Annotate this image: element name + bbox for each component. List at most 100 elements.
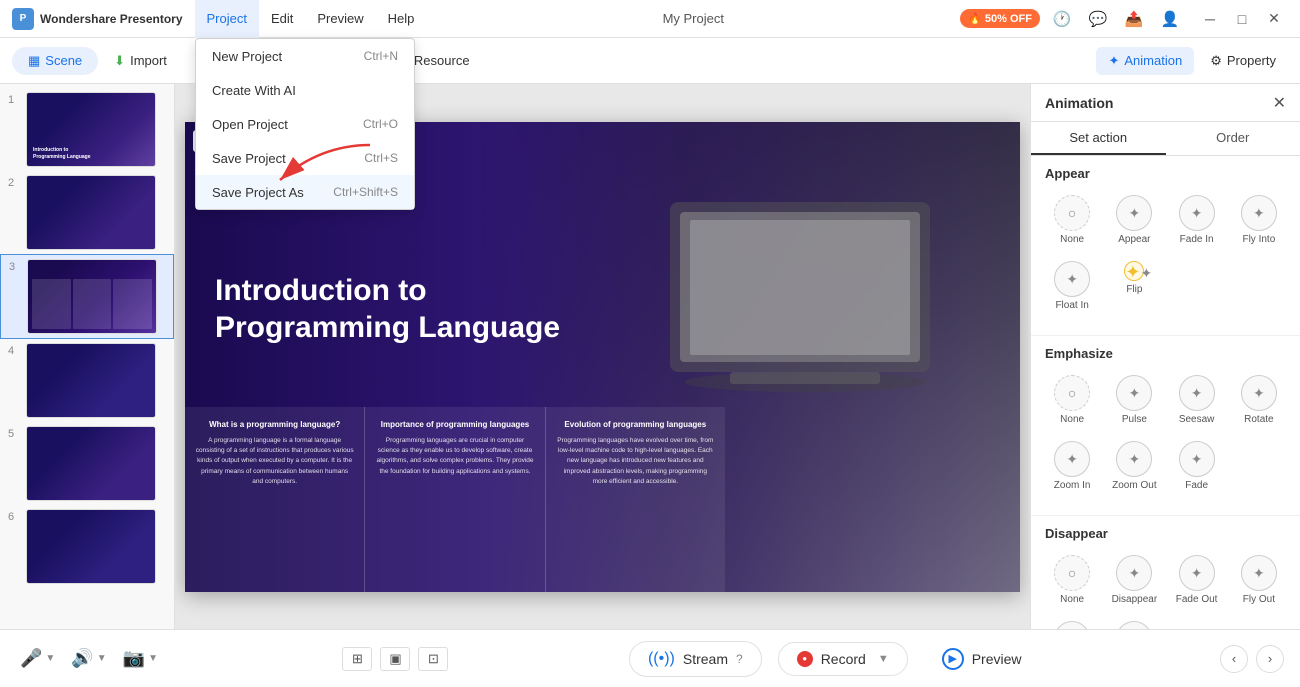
comment-icon[interactable]: 💬	[1084, 5, 1112, 33]
emph-zoom-out[interactable]: ✦ Zoom Out	[1107, 437, 1161, 495]
disapp-disappear-icon: ✦	[1116, 555, 1152, 591]
emph-zoom-in[interactable]: ✦ Zoom In	[1045, 437, 1099, 495]
dropdown-save-project[interactable]: Save Project Ctrl+S	[196, 141, 414, 175]
emph-zoom-in-label: Zoom In	[1054, 480, 1091, 491]
nav-next-button[interactable]: ›	[1256, 645, 1284, 673]
layout-btn-3[interactable]: ⊡	[418, 647, 448, 671]
tab-order[interactable]: Order	[1166, 122, 1300, 155]
animation-panel-title: Animation	[1045, 95, 1113, 111]
emphasize-grid: ○ None ✦ Pulse ✦ Seesaw ✦ Rotate	[1045, 371, 1286, 495]
stream-button[interactable]: ((•)) Stream ?	[629, 641, 762, 677]
disapp-fade-out[interactable]: ✦ Fade Out	[1170, 551, 1224, 609]
slide-item-6[interactable]: 6	[0, 505, 174, 588]
emph-seesaw-label: Seesaw	[1179, 414, 1215, 425]
dropdown-create-ai[interactable]: Create With AI	[196, 73, 414, 107]
project-dropdown-menu: New Project Ctrl+N Create With AI Open P…	[195, 38, 415, 210]
layout-btn-1[interactable]: ⊞	[342, 647, 372, 671]
appear-fade-in[interactable]: ✦ Fade In	[1170, 191, 1224, 249]
preview-button[interactable]: ▶ Preview	[924, 640, 1040, 678]
record-button[interactable]: ● Record ▼	[778, 642, 908, 676]
property-button[interactable]: ⚙ Property	[1198, 47, 1288, 75]
discount-badge[interactable]: 🔥 50% OFF	[960, 9, 1040, 28]
appear-flip-label: Flip	[1126, 284, 1142, 295]
tab-set-action[interactable]: Set action	[1031, 122, 1166, 155]
appear-none-label: None	[1060, 234, 1084, 245]
slide-item-4[interactable]: 4	[0, 339, 174, 422]
stream-help-icon[interactable]: ?	[736, 652, 743, 666]
disapp-fade-out-label: Fade Out	[1176, 594, 1218, 605]
right-panel: Animation ✕ Set action Order Appear ○ No…	[1030, 84, 1300, 629]
disapp-float-out[interactable]: ✦ Float Out	[1045, 617, 1099, 629]
mic-button[interactable]: 🎤 ▼	[16, 644, 59, 673]
camera-icon: 📷	[123, 648, 145, 669]
record-dropdown-arrow[interactable]: ▼	[878, 653, 889, 665]
emph-none-icon: ○	[1054, 375, 1090, 411]
app-logo: P Wondershare Presentory	[0, 8, 195, 30]
disapp-fly-out[interactable]: ✦ Fly Out	[1232, 551, 1286, 609]
camera-button[interactable]: 📷 ▼	[119, 644, 162, 673]
mic-icon: 🎤	[20, 648, 42, 669]
emph-seesaw[interactable]: ✦ Seesaw	[1170, 371, 1224, 429]
disapp-disappear[interactable]: ✦ Disappear	[1107, 551, 1161, 609]
slide-item-3[interactable]: 3	[0, 254, 174, 339]
close-button[interactable]: ✕	[1260, 5, 1288, 33]
emph-none[interactable]: ○ None	[1045, 371, 1099, 429]
appear-flip[interactable]: ✦ Flip	[1107, 257, 1161, 315]
emph-fade-icon: ✦	[1179, 441, 1215, 477]
appear-fly-into[interactable]: ✦ Fly Into	[1232, 191, 1286, 249]
dropdown-save-project-as[interactable]: Save Project As Ctrl+Shift+S	[196, 175, 414, 209]
emph-zoom-out-icon: ✦	[1116, 441, 1152, 477]
dropdown-open-project[interactable]: Open Project Ctrl+O	[196, 107, 414, 141]
emph-fade[interactable]: ✦ Fade	[1170, 437, 1224, 495]
user-icon[interactable]: 👤	[1156, 5, 1184, 33]
open-project-shortcut: Ctrl+O	[363, 117, 398, 131]
bottom-bar: 🎤 ▼ 🔊 ▼ 📷 ▼ ⊞ ▣ ⊡ ((•)) Stream ? ● Recor…	[0, 629, 1300, 687]
animation-button[interactable]: ✦ Animation	[1096, 47, 1194, 75]
scene-button[interactable]: ▦ Scene	[12, 47, 98, 75]
emph-zoom-out-label: Zoom Out	[1112, 480, 1156, 491]
appear-none-icon: ○	[1054, 195, 1090, 231]
appear-appear[interactable]: ✦ Appear	[1107, 191, 1161, 249]
menu-help[interactable]: Help	[376, 0, 427, 38]
menu-project[interactable]: Project	[195, 0, 259, 38]
appear-fly-into-label: Fly Into	[1242, 234, 1275, 245]
nav-prev-button[interactable]: ‹	[1220, 645, 1248, 673]
minimize-button[interactable]: ─	[1196, 5, 1224, 33]
close-panel-button[interactable]: ✕	[1273, 93, 1286, 113]
mic-dropdown-arrow[interactable]: ▼	[45, 653, 55, 664]
emph-pulse[interactable]: ✦ Pulse	[1107, 371, 1161, 429]
appear-float-in-icon: ✦	[1054, 261, 1090, 297]
slide-columns: What is a programming language? A progra…	[185, 407, 725, 592]
dropdown-new-project[interactable]: New Project Ctrl+N	[196, 39, 414, 73]
slide-col-2: Importance of programming languages Prog…	[365, 407, 545, 592]
import-button[interactable]: ⬇ Import	[102, 47, 179, 75]
disapp-none-icon: ○	[1054, 555, 1090, 591]
col1-title: What is a programming language?	[195, 419, 354, 430]
scene-label: Scene	[45, 53, 82, 68]
appear-fade-in-label: Fade In	[1180, 234, 1214, 245]
disapp-flip[interactable]: ✦ Flip	[1107, 617, 1161, 629]
slide-panel: 1 Introduction to Programming Language 2…	[0, 84, 175, 629]
appear-none[interactable]: ○ None	[1045, 191, 1099, 249]
camera-dropdown-arrow[interactable]: ▼	[148, 653, 158, 664]
speaker-button[interactable]: 🔊 ▼	[67, 644, 110, 673]
appear-float-in[interactable]: ✦ Float In	[1045, 257, 1099, 315]
slide-item-2[interactable]: 2	[0, 171, 174, 254]
slide-number-5: 5	[8, 426, 20, 440]
appear-flip-icon: ✦	[1124, 261, 1144, 281]
maximize-button[interactable]: □	[1228, 5, 1256, 33]
disapp-flip-icon: ✦	[1116, 621, 1152, 629]
slide-item-1[interactable]: 1 Introduction to Programming Language	[0, 84, 174, 171]
share-icon[interactable]: 📤	[1120, 5, 1148, 33]
menu-preview[interactable]: Preview	[305, 0, 375, 38]
disapp-none[interactable]: ○ None	[1045, 551, 1099, 609]
emph-rotate[interactable]: ✦ Rotate	[1232, 371, 1286, 429]
speaker-dropdown-arrow[interactable]: ▼	[97, 653, 107, 664]
slide-item-5[interactable]: 5	[0, 422, 174, 505]
appear-appear-label: Appear	[1118, 234, 1150, 245]
clock-icon[interactable]: 🕐	[1048, 5, 1076, 33]
disapp-disappear-label: Disappear	[1112, 594, 1158, 605]
bottom-center-layouts: ⊞ ▣ ⊡	[342, 647, 448, 671]
layout-btn-2[interactable]: ▣	[380, 647, 410, 671]
menu-edit[interactable]: Edit	[259, 0, 305, 38]
